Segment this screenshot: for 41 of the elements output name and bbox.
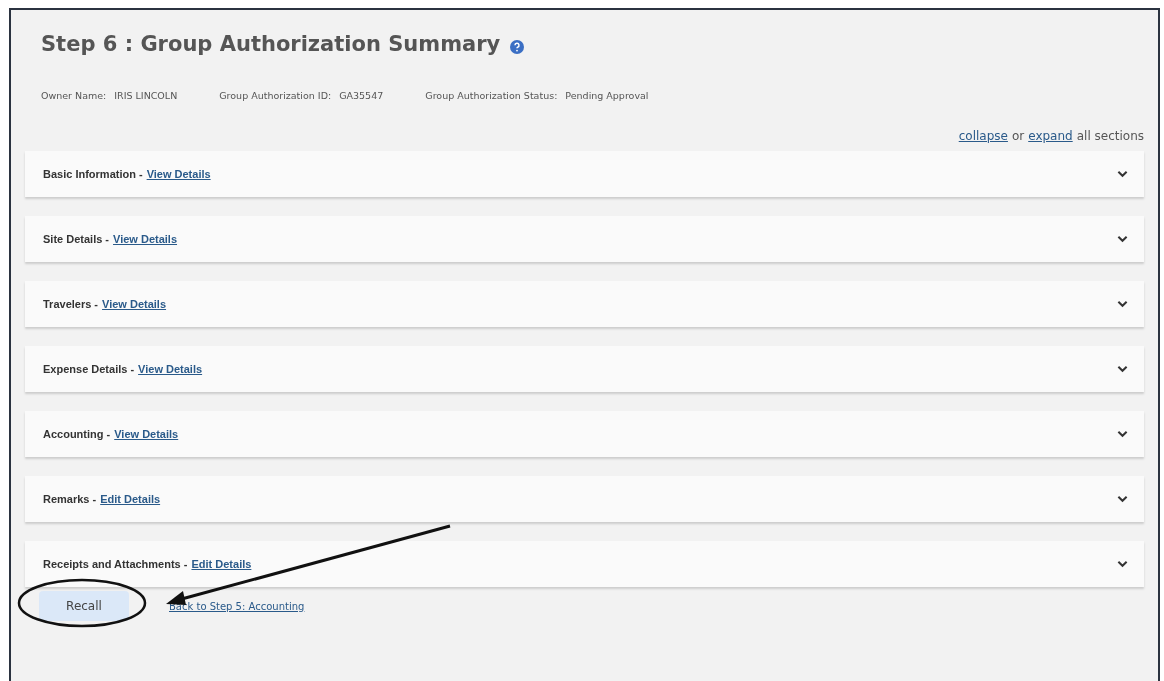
section-panel[interactable]: Travelers - View Details [25, 281, 1144, 327]
section-title: Receipts and Attachments - [43, 558, 188, 570]
section-title: Remarks - [43, 493, 97, 505]
section-panel[interactable]: Basic Information - View Details [25, 151, 1144, 197]
chevron-icon[interactable] [1117, 235, 1128, 243]
details-link[interactable]: Edit Details [191, 558, 252, 570]
chevron-icon[interactable] [1117, 430, 1128, 438]
info-value: Pending Approval [565, 90, 649, 101]
section-title: Travelers - [43, 298, 99, 310]
page-title: Step 6 : Group Authorization Summary [41, 32, 501, 56]
toggle-text: or [1011, 129, 1025, 143]
section-title: Basic Information - [43, 168, 143, 180]
section-panel[interactable]: Site Details - View Details [25, 216, 1144, 262]
recall-button[interactable]: Recall [39, 591, 129, 621]
chevron-icon[interactable] [1117, 495, 1128, 503]
help-icon[interactable] [510, 40, 525, 54]
details-link[interactable]: View Details [102, 298, 167, 310]
info-label: Group Authorization ID: [219, 90, 332, 101]
chevron-icon[interactable] [1117, 300, 1128, 308]
section-panel[interactable]: Remarks - Edit Details [25, 476, 1144, 522]
info-label: Owner Name: [41, 90, 107, 101]
info-value: GA35547 [339, 90, 384, 101]
section-title: Accounting - [43, 428, 111, 440]
section-panel[interactable]: Receipts and Attachments - Edit Details [25, 541, 1144, 587]
collapse-link[interactable]: collapse [958, 129, 1008, 143]
details-link[interactable]: View Details [146, 168, 211, 180]
section-panel[interactable]: Accounting - View Details [25, 411, 1144, 457]
details-link[interactable]: Edit Details [100, 493, 161, 505]
chevron-icon[interactable] [1117, 170, 1128, 178]
section-title: Site Details - [43, 233, 110, 245]
expand-link[interactable]: expand [1028, 129, 1073, 143]
info-label: Group Authorization Status: [425, 90, 558, 101]
chevron-icon[interactable] [1117, 365, 1128, 373]
toggle-text: all sections [1076, 129, 1144, 143]
details-link[interactable]: View Details [138, 363, 203, 375]
details-link[interactable]: View Details [113, 233, 178, 245]
chevron-icon[interactable] [1117, 560, 1128, 568]
info-value: IRIS LINCOLN [114, 90, 178, 101]
details-link[interactable]: View Details [114, 428, 179, 440]
section-panel[interactable]: Expense Details - View Details [25, 346, 1144, 392]
section-title: Expense Details - [43, 363, 135, 375]
